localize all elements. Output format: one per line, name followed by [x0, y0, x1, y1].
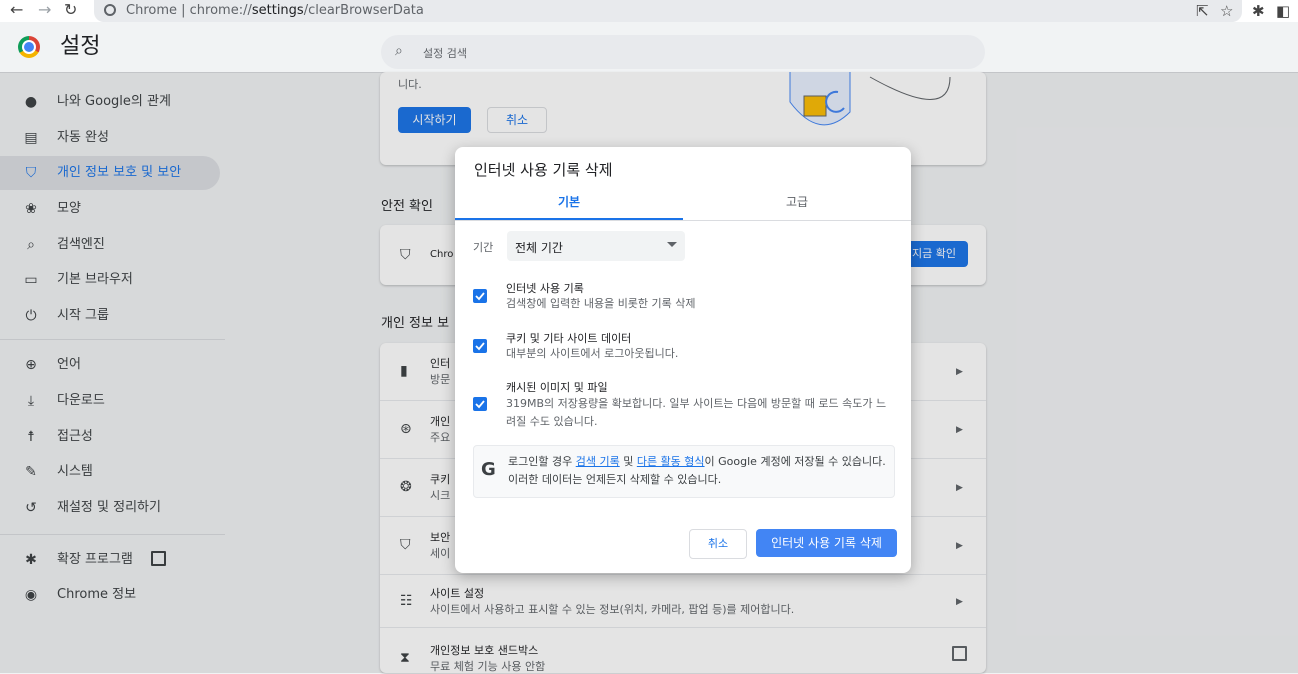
cache-option-title: 캐시된 이미지 및 파일: [506, 381, 608, 394]
cache-option-desc: 319MB의 저장용량을 확보합니다. 일부 사이트는 다음에 방문할 때 로드…: [506, 397, 887, 428]
check-icon: [475, 400, 485, 409]
extensions-puzzle-icon[interactable]: ✱: [1252, 1, 1265, 21]
google-account-note: G 로그인할 경우 검색 기록 및 다른 활동 형식이 Google 계정에 저…: [473, 445, 895, 498]
google-note-text: 로그인할 경우 검색 기록 및 다른 활동 형식이 Google 계정에 저장될…: [508, 455, 886, 486]
tab-basic[interactable]: 기본: [455, 185, 683, 220]
settings-header: 설정 ⌕ 설정 검색: [0, 22, 1298, 73]
bookmark-star-icon[interactable]: ☆: [1220, 1, 1233, 21]
time-range-select[interactable]: 전체 기간: [507, 231, 685, 261]
check-icon: [475, 292, 485, 301]
cookies-option-desc: 대부분의 사이트에서 로그아웃됩니다.: [506, 347, 679, 360]
history-option-title: 인터넷 사용 기록: [506, 282, 584, 295]
history-option-desc: 검색창에 입력한 내용을 비롯한 기록 삭제: [506, 297, 696, 310]
cookies-checkbox[interactable]: [473, 339, 487, 353]
clear-browsing-data-dialog: 인터넷 사용 기록 삭제 기본 고급 기간 전체 기간 인터넷 사용 기록 검색…: [455, 147, 911, 573]
address-text: Chrome | chrome://settings/clearBrowserD…: [126, 3, 424, 18]
search-icon: ⌕: [395, 43, 403, 59]
cache-checkbox[interactable]: [473, 397, 487, 411]
tab-divider: [455, 220, 911, 221]
dropdown-arrow-icon: [667, 242, 677, 247]
reload-icon[interactable]: ↻: [64, 0, 77, 20]
time-range-label: 기간: [473, 241, 494, 254]
other-activity-link[interactable]: 다른 활동 형식: [637, 455, 705, 468]
side-panel-icon[interactable]: ◧: [1276, 1, 1290, 21]
dialog-title: 인터넷 사용 기록 삭제: [474, 161, 613, 179]
time-range-value: 전체 기간: [515, 241, 563, 255]
search-history-link[interactable]: 검색 기록: [576, 455, 620, 468]
share-icon[interactable]: ⇱: [1196, 1, 1209, 21]
cancel-button[interactable]: 취소: [689, 529, 747, 559]
history-checkbox[interactable]: [473, 289, 487, 303]
clear-data-button[interactable]: 인터넷 사용 기록 삭제: [756, 529, 897, 557]
chrome-page-icon: [104, 4, 116, 16]
page-title: 설정: [60, 34, 101, 59]
settings-search-input[interactable]: ⌕ 설정 검색: [381, 35, 985, 69]
forward-icon[interactable]: →: [38, 0, 51, 20]
google-g-icon: G: [481, 459, 496, 480]
chrome-logo-icon: [18, 36, 40, 58]
check-icon: [475, 342, 485, 351]
tab-advanced[interactable]: 고급: [683, 185, 911, 220]
search-placeholder: 설정 검색: [423, 47, 467, 60]
cookies-option-title: 쿠키 및 기타 사이트 데이터: [506, 332, 632, 345]
back-icon[interactable]: ←: [10, 0, 23, 20]
browser-toolbar: ← → ↻ Chrome | chrome://settings/clearBr…: [0, 0, 1298, 22]
